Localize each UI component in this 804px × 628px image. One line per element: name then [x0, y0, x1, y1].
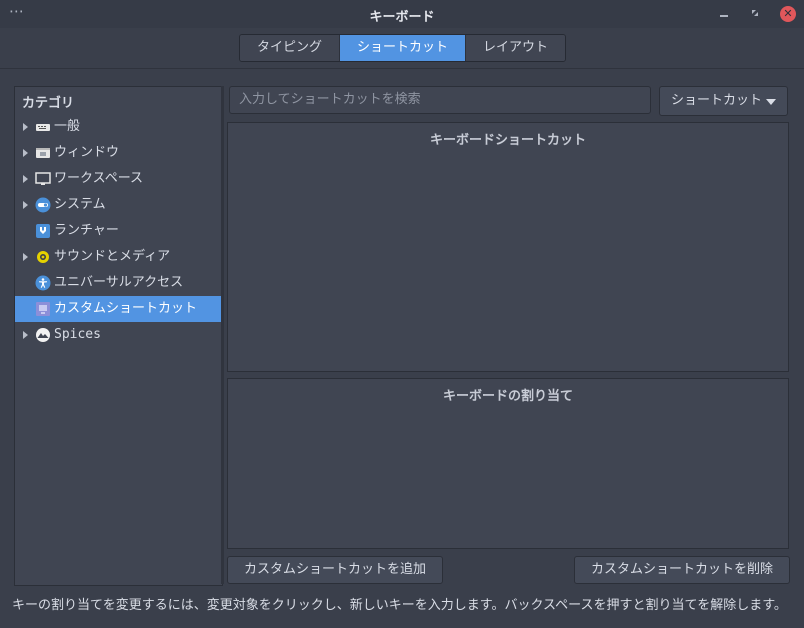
remove-custom-shortcut-button[interactable]: カスタムショートカットを削除: [574, 556, 790, 584]
maximize-icon[interactable]: [749, 6, 761, 20]
sidebar-item-label: 一般: [54, 119, 81, 134]
title-bar: ⋯ キーボード ✕: [0, 0, 804, 28]
bindings-column-header: キーボードの割り当て: [442, 389, 573, 404]
expand-arrow-icon[interactable]: [23, 201, 28, 209]
sidebar-item-spices[interactable]: Spices: [15, 322, 222, 348]
sidebar-item-launchers[interactable]: ランチャー: [15, 218, 222, 244]
window-title: キーボード: [369, 10, 435, 25]
sidebar-item-sound-media[interactable]: サウンドとメディア: [15, 244, 222, 270]
keyboard-icon: [35, 119, 51, 135]
search-input[interactable]: 入力してショートカットを検索: [229, 86, 651, 114]
shortcuts-list-panel[interactable]: キーボードショートカット: [227, 122, 789, 372]
expand-arrow-icon[interactable]: [23, 149, 28, 157]
expand-arrow-icon[interactable]: [23, 331, 28, 339]
expand-arrow-icon[interactable]: [23, 175, 28, 183]
sidebar-item-label: ウィンドウ: [54, 145, 120, 160]
sidebar-item-workspaces[interactable]: ワークスペース: [15, 166, 222, 192]
expand-arrow-icon[interactable]: [23, 253, 28, 261]
category-sidebar: カテゴリ 一般 ウィンドウ ワークスペース システム ランチャー サウンドとメデ…: [14, 86, 223, 586]
sidebar-item-label: Spices: [54, 327, 101, 342]
sidebar-item-label: システム: [54, 197, 106, 212]
chevron-down-icon: [766, 99, 776, 105]
header-divider: [0, 68, 804, 69]
sidebar-item-universal-access[interactable]: ユニバーサルアクセス: [15, 270, 222, 296]
sidebar-splitter[interactable]: [221, 86, 224, 584]
sidebar-item-label: カスタムショートカット: [54, 301, 198, 316]
spices-icon: [35, 327, 51, 343]
sidebar-item-label: サウンドとメディア: [54, 249, 171, 264]
minimize-icon[interactable]: [718, 6, 730, 20]
sidebar-item-general[interactable]: 一般: [15, 114, 222, 140]
tab-shortcuts[interactable]: ショートカット: [340, 35, 467, 61]
custom-shortcut-icon: [35, 301, 51, 317]
tab-typing[interactable]: タイピング: [240, 35, 341, 61]
expand-arrow-icon[interactable]: [23, 123, 28, 131]
category-header: カテゴリ: [22, 96, 75, 111]
launcher-icon: [35, 223, 51, 239]
tab-bar: タイピング ショートカット レイアウト: [239, 34, 567, 62]
help-text: キーの割り当てを変更するには、変更対象をクリックし、新しいキーを入力します。バッ…: [12, 598, 787, 613]
sidebar-item-custom-shortcuts[interactable]: カスタムショートカット: [15, 296, 222, 322]
system-toggle-icon: [35, 197, 51, 213]
sidebar-item-windows[interactable]: ウィンドウ: [15, 140, 222, 166]
speaker-icon: [35, 249, 51, 265]
window-icon: [35, 145, 51, 161]
accessibility-icon: [35, 275, 51, 291]
tab-layout[interactable]: レイアウト: [466, 35, 566, 61]
bindings-list-panel[interactable]: キーボードの割り当て: [227, 378, 789, 549]
search-mode-dropdown[interactable]: ショートカット: [659, 86, 788, 116]
sidebar-item-label: ワークスペース: [54, 171, 144, 186]
close-icon[interactable]: ✕: [780, 6, 796, 22]
add-custom-shortcut-button[interactable]: カスタムショートカットを追加: [227, 556, 443, 584]
sidebar-item-label: ランチャー: [54, 223, 119, 238]
search-mode-label: ショートカット: [671, 93, 763, 108]
monitor-icon: [35, 171, 51, 187]
sidebar-item-system[interactable]: システム: [15, 192, 222, 218]
sidebar-item-label: ユニバーサルアクセス: [54, 275, 184, 290]
shortcuts-column-header: キーボードショートカット: [429, 133, 586, 148]
